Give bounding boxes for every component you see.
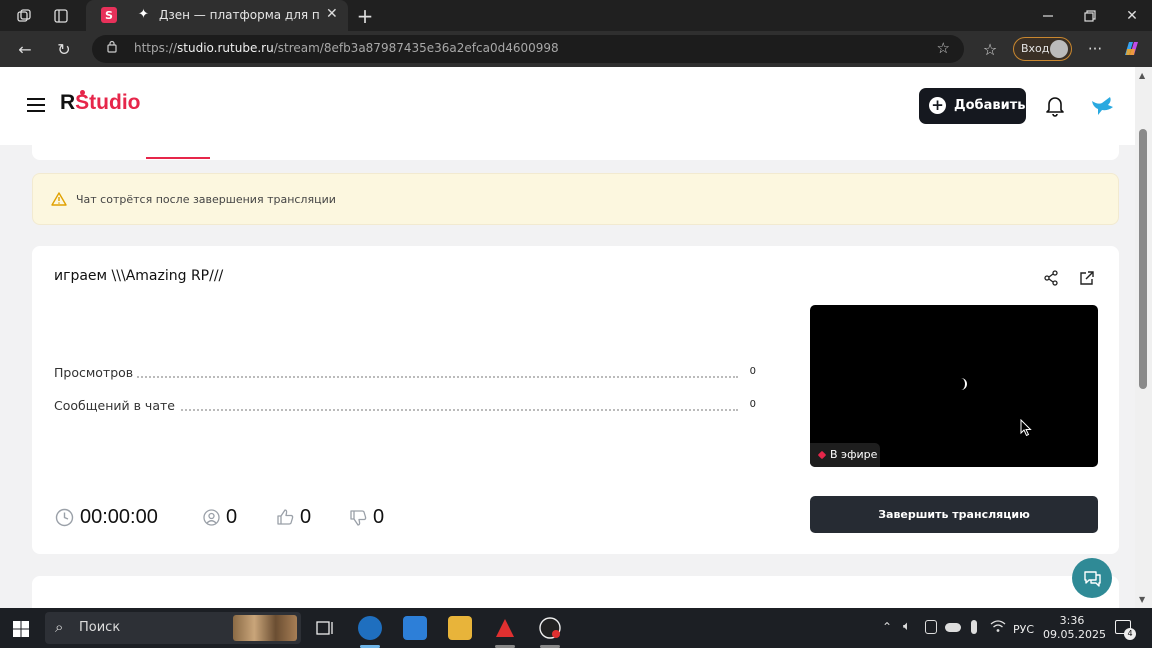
microphone-icon[interactable] [971,620,977,634]
dislikes-value: 0 [373,505,385,528]
address-bar[interactable]: https://studio.rutube.ru/stream/8efb3a87… [92,35,964,63]
stat-views-value: 0 [749,366,756,377]
avatar [1050,40,1068,58]
tab-title: Дзен — платформа для просмот [159,8,319,22]
viewers-value: 0 [226,505,238,528]
lock-icon [107,40,117,56]
favorites-icon[interactable]: ☆ [980,39,1000,59]
tab-close-icon[interactable]: ✕ [326,6,338,22]
login-button[interactable]: Вход [1013,37,1072,61]
browser-navbar: ← ↻ https://studio.rutube.ru/stream/8efb… [0,31,1152,67]
menu-hamburger-icon[interactable] [27,98,45,112]
browser-titlebar: S ✦ Дзен — платформа для просмот ✕ + ✕ [0,0,1152,31]
search-icon: ⌕ [55,618,64,636]
add-button[interactable]: + Добавить [919,88,1026,124]
wifi-icon[interactable] [990,619,1006,637]
likes-value: 0 [300,505,312,528]
edge-browser-icon[interactable] [358,616,382,640]
scrollbar-thumb[interactable] [1139,129,1147,389]
more-menu-icon[interactable]: ··· [1085,39,1105,59]
stat-chat-value: 0 [749,399,756,410]
stream-title: играем \\\Amazing RP/// [54,268,224,284]
warning-text: Чат сотрётся после завершения трансляции [76,193,336,206]
chat-icon [1084,571,1101,587]
minimize-icon[interactable] [1038,6,1058,26]
onedrive-cloud-icon[interactable] [945,623,961,632]
viewers-icon [203,508,220,526]
url-text: https://studio.rutube.ru/stream/8efb3a87… [134,41,559,55]
restore-icon[interactable] [1080,6,1100,26]
mouse-cursor-icon [1020,418,1032,441]
search-placeholder: Поиск [79,620,121,635]
thumbs-up-icon [277,508,294,525]
show-hidden-icons-icon[interactable]: ⌃ [882,620,892,634]
site-header: RStudio + Добавить [0,67,1135,145]
clock-date: 09.05.2025 [1043,628,1106,641]
back-icon[interactable]: ← [15,39,35,59]
volume-icon[interactable]: 🔈︎ [903,619,911,634]
obs-icon[interactable] [538,616,562,640]
page-scrollbar[interactable]: ▲ ▼ [1135,67,1152,608]
profile-avatar-icon[interactable] [1090,95,1115,117]
loading-spinner-icon [955,378,967,390]
notification-count-badge: 4 [1124,628,1136,640]
warning-icon [51,191,67,210]
stream-subnav [32,145,1119,160]
tab-actions-icon[interactable] [51,6,71,26]
clock-icon [55,508,74,526]
metric-likes: 0 [277,505,311,529]
file-explorer-icon[interactable] [448,616,472,640]
logo-dot [80,90,85,95]
favorite-star-icon[interactable]: ☆ [937,39,950,57]
live-dot-icon [817,450,827,460]
live-badge-label: В эфире [830,448,878,461]
notifications-bell-icon[interactable] [1045,95,1065,117]
taskbar-search[interactable]: ⌕ Поиск [45,612,301,644]
new-tab-icon[interactable]: + [355,4,375,28]
app-red-triangle-icon[interactable] [493,616,517,640]
copilot-icon[interactable] [1121,39,1141,59]
clock-time: 3:36 [1059,614,1085,627]
live-badge: В эфире [810,443,880,467]
stat-views: Просмотров 0 [54,365,756,381]
next-section-card [32,576,1119,608]
stat-chat-label: Сообщений в чате [54,398,179,413]
metric-viewers: 0 [203,505,237,529]
workspaces-icon[interactable] [14,6,34,26]
metric-dislikes: 0 [350,505,384,529]
chat-warning-banner: Чат сотрётся после завершения трансляции [32,173,1119,225]
stat-views-label: Просмотров [54,365,138,380]
close-window-icon[interactable]: ✕ [1122,6,1142,26]
refresh-icon[interactable]: ↻ [54,39,74,59]
login-label: Вход [1021,42,1050,55]
tab-active[interactable]: S ✦ Дзен — платформа для просмот ✕ [86,0,348,31]
duration-value: 00:00:00 [80,505,158,528]
stat-chat-messages: Сообщений в чате 0 [54,398,756,414]
microsoft-store-icon[interactable] [403,616,427,640]
windows-taskbar: ⌕ Поиск ⌃ 🔈︎ РУС 3:36 09.05.2025 4 [0,608,1152,648]
task-view-icon[interactable] [313,616,337,640]
dzen-favicon-icon: ✦ [138,7,149,22]
meet-icon[interactable] [925,620,937,634]
search-highlight-image [233,615,297,641]
share-icon[interactable] [1043,270,1059,290]
thumbs-down-icon [350,509,367,526]
taskbar-clock[interactable]: 3:36 09.05.2025 [1043,614,1106,642]
active-tab-underline [146,157,210,159]
open-external-icon[interactable] [1079,270,1095,290]
language-indicator[interactable]: РУС [1013,623,1034,636]
rstudio-logo[interactable]: RStudio [60,90,141,115]
add-button-label: Добавить [954,98,1026,113]
rutube-favicon-icon: S [101,7,117,23]
end-stream-button[interactable]: Завершить трансляцию [810,496,1098,533]
plus-icon: + [929,97,946,114]
scroll-up-icon[interactable]: ▲ [1139,71,1145,80]
stream-preview-player[interactable]: В эфире [810,305,1098,467]
scroll-down-icon[interactable]: ▼ [1139,595,1145,604]
chat-fab-button[interactable] [1072,558,1112,598]
windows-start-icon[interactable] [13,621,29,641]
page-content: RStudio + Добавить Чат сотрётся после за… [0,67,1135,608]
stream-card: играем \\\Amazing RP/// Просмотров 0 Соо… [32,246,1119,554]
metric-duration: 00:00:00 [55,505,158,529]
